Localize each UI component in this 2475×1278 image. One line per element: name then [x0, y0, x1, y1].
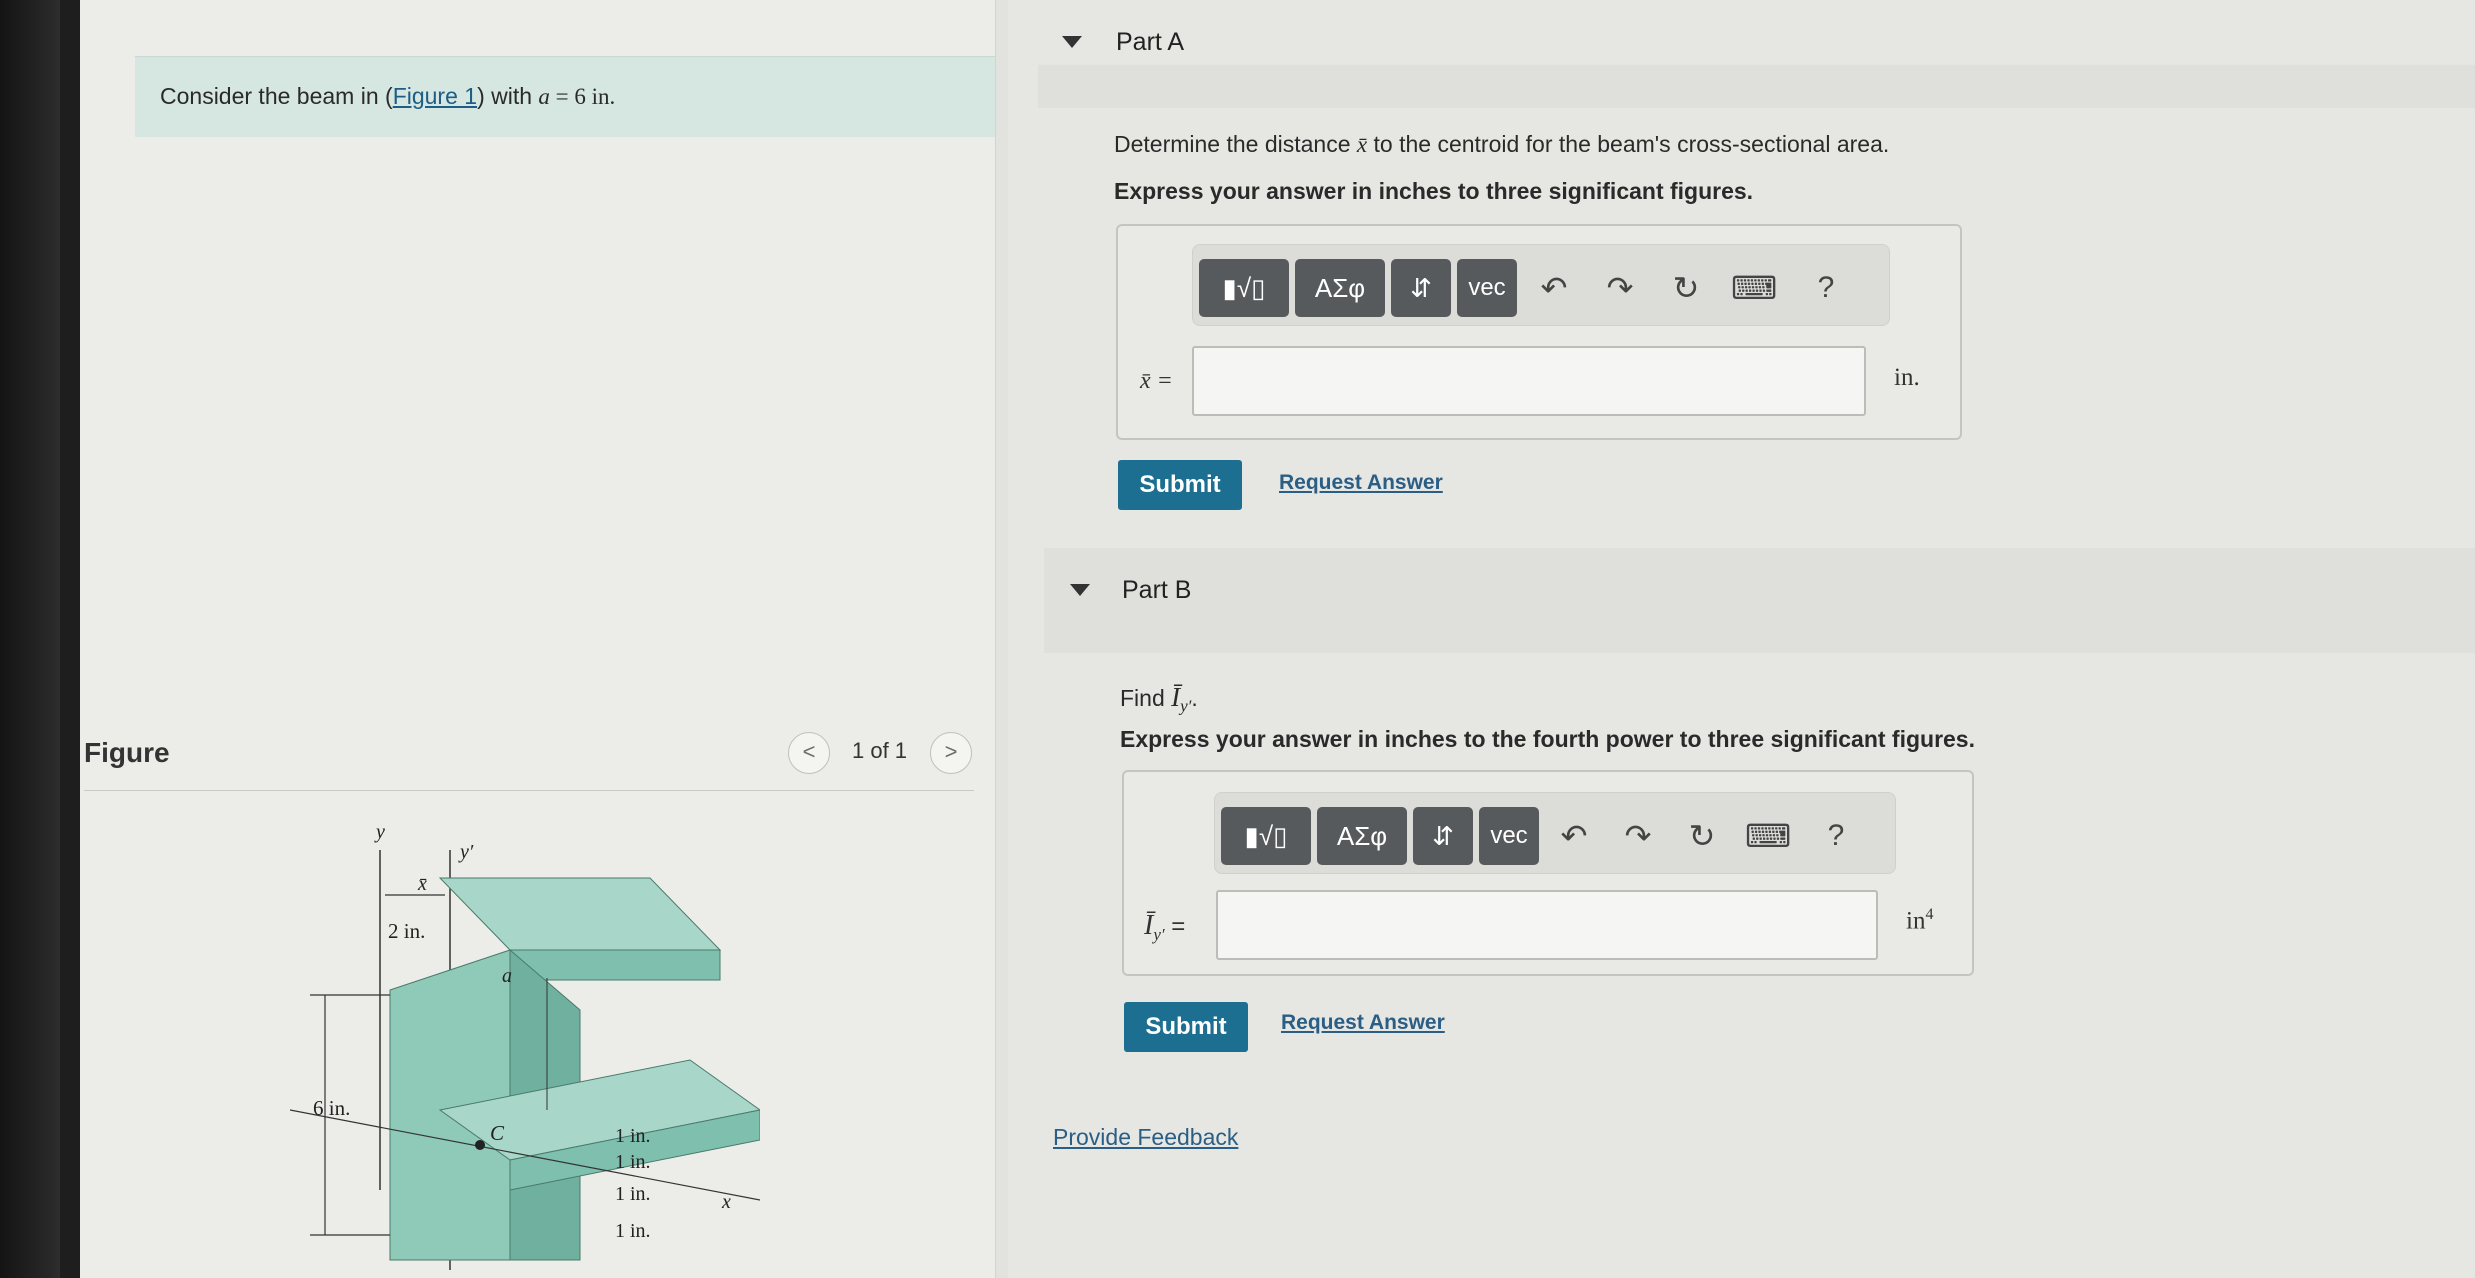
top-flange-front	[509, 949, 721, 981]
part-a-math-toolbar: ▮√▯ ΑΣφ ⇵ vec ↶ ↷ ↻ ⌨ ?	[1192, 244, 1890, 326]
part-a-answer-box: ▮√▯ ΑΣφ ⇵ vec ↶ ↷ ↻ ⌨ ? x̄ = in.	[1116, 224, 1962, 440]
intro-equation: = 6 in.	[549, 84, 616, 109]
label-y: y	[374, 821, 385, 843]
pane-divider[interactable]	[995, 0, 1009, 1278]
part-b-submit-button[interactable]: Submit	[1124, 1002, 1248, 1052]
part-a-answer-input[interactable]	[1192, 346, 1866, 416]
part-b-header[interactable]: Part B	[1044, 548, 2475, 653]
part-b-label-eq: =	[1164, 913, 1186, 940]
part-b-unit-base: in	[1906, 907, 1926, 935]
part-a-question-suffix: to the centroid for the beam's cross-sec…	[1367, 131, 1890, 157]
part-a-answer-label: x̄ =	[1140, 368, 1173, 394]
part-b-question-var: Ī	[1171, 682, 1181, 712]
part-a-question-var: x̄	[1356, 132, 1368, 157]
part-a-instruction: Express your answer in inches to three s…	[1114, 178, 1754, 204]
top-flange-top	[438, 877, 722, 951]
part-b-answer-input[interactable]	[1216, 890, 1878, 960]
part-a-collapse-icon[interactable]	[1062, 36, 1082, 48]
label-2in: 2 in.	[388, 919, 425, 943]
help-icon[interactable]: ?	[1803, 259, 1849, 317]
previous-figure-button[interactable]: <	[788, 732, 830, 774]
label-1in-a: 1 in.	[615, 1125, 651, 1147]
greek-symbols-button[interactable]: ΑΣφ	[1295, 259, 1385, 317]
part-b-question-sub: y′	[1180, 696, 1192, 716]
label-1in-d: 1 in.	[615, 1220, 651, 1242]
centroid-point	[475, 1140, 485, 1150]
part-b-answer-box: ▮√▯ ΑΣφ ⇵ vec ↶ ↷ ↻ ⌨ ? Īy′ = in4	[1122, 770, 1974, 976]
reset-icon[interactable]: ↻	[1663, 259, 1709, 317]
redo-icon[interactable]: ↷	[1597, 259, 1643, 317]
undo-icon[interactable]: ↶	[1531, 259, 1577, 317]
figure-header: Figure < 1 of 1 >	[84, 732, 974, 791]
part-b-title: Part B	[1122, 576, 1192, 604]
label-a: a	[502, 965, 512, 987]
figure-link[interactable]: Figure 1	[393, 83, 477, 109]
part-b-question: Find Īy′.	[1120, 682, 1198, 717]
next-figure-button[interactable]: >	[930, 732, 972, 774]
reset-icon[interactable]: ↻	[1679, 807, 1725, 865]
bezel-edge	[60, 0, 80, 1278]
figure-title: Figure	[84, 737, 170, 768]
part-b-instruction: Express your answer in inches to the fou…	[1120, 726, 1975, 752]
templates-button[interactable]: ▮√▯	[1221, 807, 1311, 865]
undo-icon[interactable]: ↶	[1551, 807, 1597, 865]
part-b-label-sub: y′	[1153, 924, 1165, 944]
part-b-unit-exponent: 4	[1925, 906, 1934, 923]
intro-prefix: Consider the beam in (	[160, 83, 393, 109]
beam-figure: y y′ x̄ 2 in. a 6 in. C 1 in. 1 in. 1 in…	[290, 821, 760, 1270]
label-1in-c: 1 in.	[615, 1183, 651, 1205]
keyboard-icon[interactable]: ⌨	[1731, 259, 1777, 317]
part-a-submit-button[interactable]: Submit	[1118, 460, 1242, 510]
part-a-question-prefix: Determine the distance	[1114, 131, 1357, 157]
label-x-bar: x̄	[417, 873, 427, 895]
part-a-unit: in.	[1894, 364, 1920, 391]
subscript-superscript-button[interactable]: ⇵	[1391, 259, 1451, 317]
subscript-superscript-button[interactable]: ⇵	[1413, 807, 1473, 865]
part-a-header[interactable]: Part A	[1038, 0, 2475, 108]
label-c: C	[490, 1121, 505, 1145]
monitor-bezel	[0, 0, 80, 1278]
label-x: x	[721, 1191, 731, 1213]
vector-button[interactable]: vec	[1479, 807, 1539, 865]
intro-variable: a	[538, 84, 550, 109]
help-icon[interactable]: ?	[1813, 807, 1859, 865]
redo-icon[interactable]: ↷	[1615, 807, 1661, 865]
label-6in: 6 in.	[313, 1096, 350, 1120]
part-b-request-answer-link[interactable]: Request Answer	[1281, 1011, 1445, 1035]
part-a-request-answer-link[interactable]: Request Answer	[1279, 471, 1443, 495]
figure-pager-text: 1 of 1	[852, 738, 908, 763]
templates-button[interactable]: ▮√▯	[1199, 259, 1289, 317]
part-b-collapse-icon[interactable]	[1070, 584, 1090, 596]
provide-feedback-link[interactable]: Provide Feedback	[1053, 1124, 1238, 1151]
problem-text: Consider the beam in (Figure 1) with a =…	[160, 83, 615, 110]
label-1in-b: 1 in.	[615, 1151, 651, 1173]
part-b-question-suffix: .	[1191, 685, 1198, 711]
part-a-title: Part A	[1116, 28, 1185, 56]
greek-symbols-button[interactable]: ΑΣφ	[1317, 807, 1407, 865]
part-b-question-prefix: Find	[1120, 685, 1172, 711]
vector-button[interactable]: vec	[1457, 259, 1517, 317]
keyboard-icon[interactable]: ⌨	[1745, 807, 1791, 865]
problem-statement: Consider the beam in (Figure 1) with a =…	[135, 56, 1045, 137]
part-b-label-var: Ī	[1144, 910, 1154, 941]
part-b-math-toolbar: ▮√▯ ΑΣφ ⇵ vec ↶ ↷ ↻ ⌨ ?	[1214, 792, 1896, 874]
part-a-question: Determine the distance x̄ to the centroi…	[1114, 131, 1889, 158]
part-b-unit: in4	[1906, 906, 1933, 935]
label-y-prime: y′	[458, 841, 474, 863]
part-a-header-shade	[1038, 64, 2475, 108]
part-b-answer-label: Īy′ =	[1144, 910, 1185, 945]
intro-mid: ) with	[477, 83, 539, 109]
